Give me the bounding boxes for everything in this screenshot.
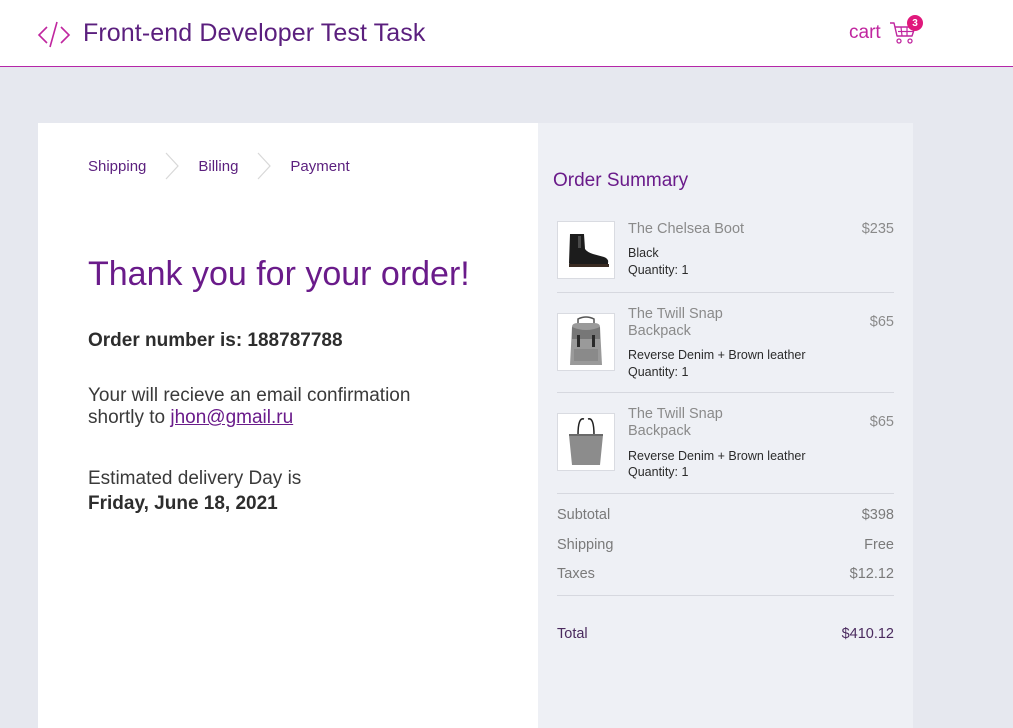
cart-count-badge: 3: [907, 15, 923, 31]
breadcrumb-shipping[interactable]: Shipping: [88, 158, 146, 175]
breadcrumb: Shipping Billing Payment: [88, 151, 350, 181]
tote-bag-icon: [557, 413, 615, 471]
item-name: The Twill Snap Backpack: [628, 306, 723, 339]
item-name: The Twill Snap Backpack: [628, 406, 723, 439]
summary-item: The Twill Snap Backpack $65 Reverse Deni…: [557, 293, 894, 393]
item-variant: Reverse Denim + Brown leather: [628, 348, 806, 362]
boot-icon: [557, 221, 615, 279]
breadcrumb-payment[interactable]: Payment: [290, 158, 349, 175]
shipping-row: Shipping Free: [557, 537, 894, 553]
order-summary-panel: Order Summary The Chelsea Boot $235 Blac…: [538, 123, 913, 728]
total-row: Total $410.12: [557, 626, 894, 642]
subtotal-label: Subtotal: [557, 507, 611, 523]
app-title: Front-end Developer Test Task: [83, 19, 426, 47]
shipping-label: Shipping: [557, 537, 614, 553]
taxes-label: Taxes: [557, 566, 595, 582]
item-quantity: Quantity: 1: [628, 465, 689, 479]
app-header: Front-end Developer Test Task cart 3: [0, 0, 1013, 67]
taxes-value: $12.12: [849, 566, 894, 582]
item-quantity: Quantity: 1: [628, 365, 689, 379]
subtotal-value: $398: [861, 507, 894, 523]
item-price: $65: [869, 414, 894, 430]
shipping-value: Free: [864, 537, 894, 553]
chevron-right-icon: [165, 152, 180, 180]
item-name: The Chelsea Boot: [628, 221, 745, 237]
total-value: $410.12: [841, 626, 894, 642]
delivery-label: Estimated delivery Day is: [88, 468, 302, 489]
subtotal-row: Subtotal $398: [557, 507, 894, 523]
total-label: Total: [557, 626, 588, 642]
email-link[interactable]: jhon@gmail.ru: [170, 407, 293, 428]
summary-title: Order Summary: [553, 170, 689, 191]
delivery-date: Friday, June 18, 2021: [88, 493, 278, 514]
summary-item: The Twill Snap Backpack $65 Reverse Deni…: [557, 393, 894, 494]
cart-label: cart: [849, 22, 881, 43]
code-brackets-icon[interactable]: [36, 18, 72, 50]
item-quantity: Quantity: 1: [628, 263, 689, 277]
order-number: Order number is: 188787788: [88, 330, 343, 351]
item-price: $65: [869, 314, 894, 330]
page-title: Thank you for your order!: [88, 255, 470, 293]
delivery-estimate: Estimated delivery Day is Friday, June 1…: [88, 466, 468, 516]
totals-divider: [557, 595, 894, 596]
backpack-icon: [557, 313, 615, 371]
email-confirmation-text: Your will recieve an email confirmation …: [88, 385, 468, 429]
breadcrumb-billing[interactable]: Billing: [198, 158, 238, 175]
chevron-right-icon: [257, 152, 272, 180]
confirmation-panel: Shipping Billing Payment Thank you for y…: [38, 123, 538, 728]
summary-item: The Chelsea Boot $235 Black Quantity: 1: [557, 211, 894, 293]
taxes-row: Taxes $12.12: [557, 566, 894, 582]
item-variant: Reverse Denim + Brown leather: [628, 449, 806, 463]
item-variant: Black: [628, 246, 659, 260]
item-price: $235: [861, 221, 894, 237]
